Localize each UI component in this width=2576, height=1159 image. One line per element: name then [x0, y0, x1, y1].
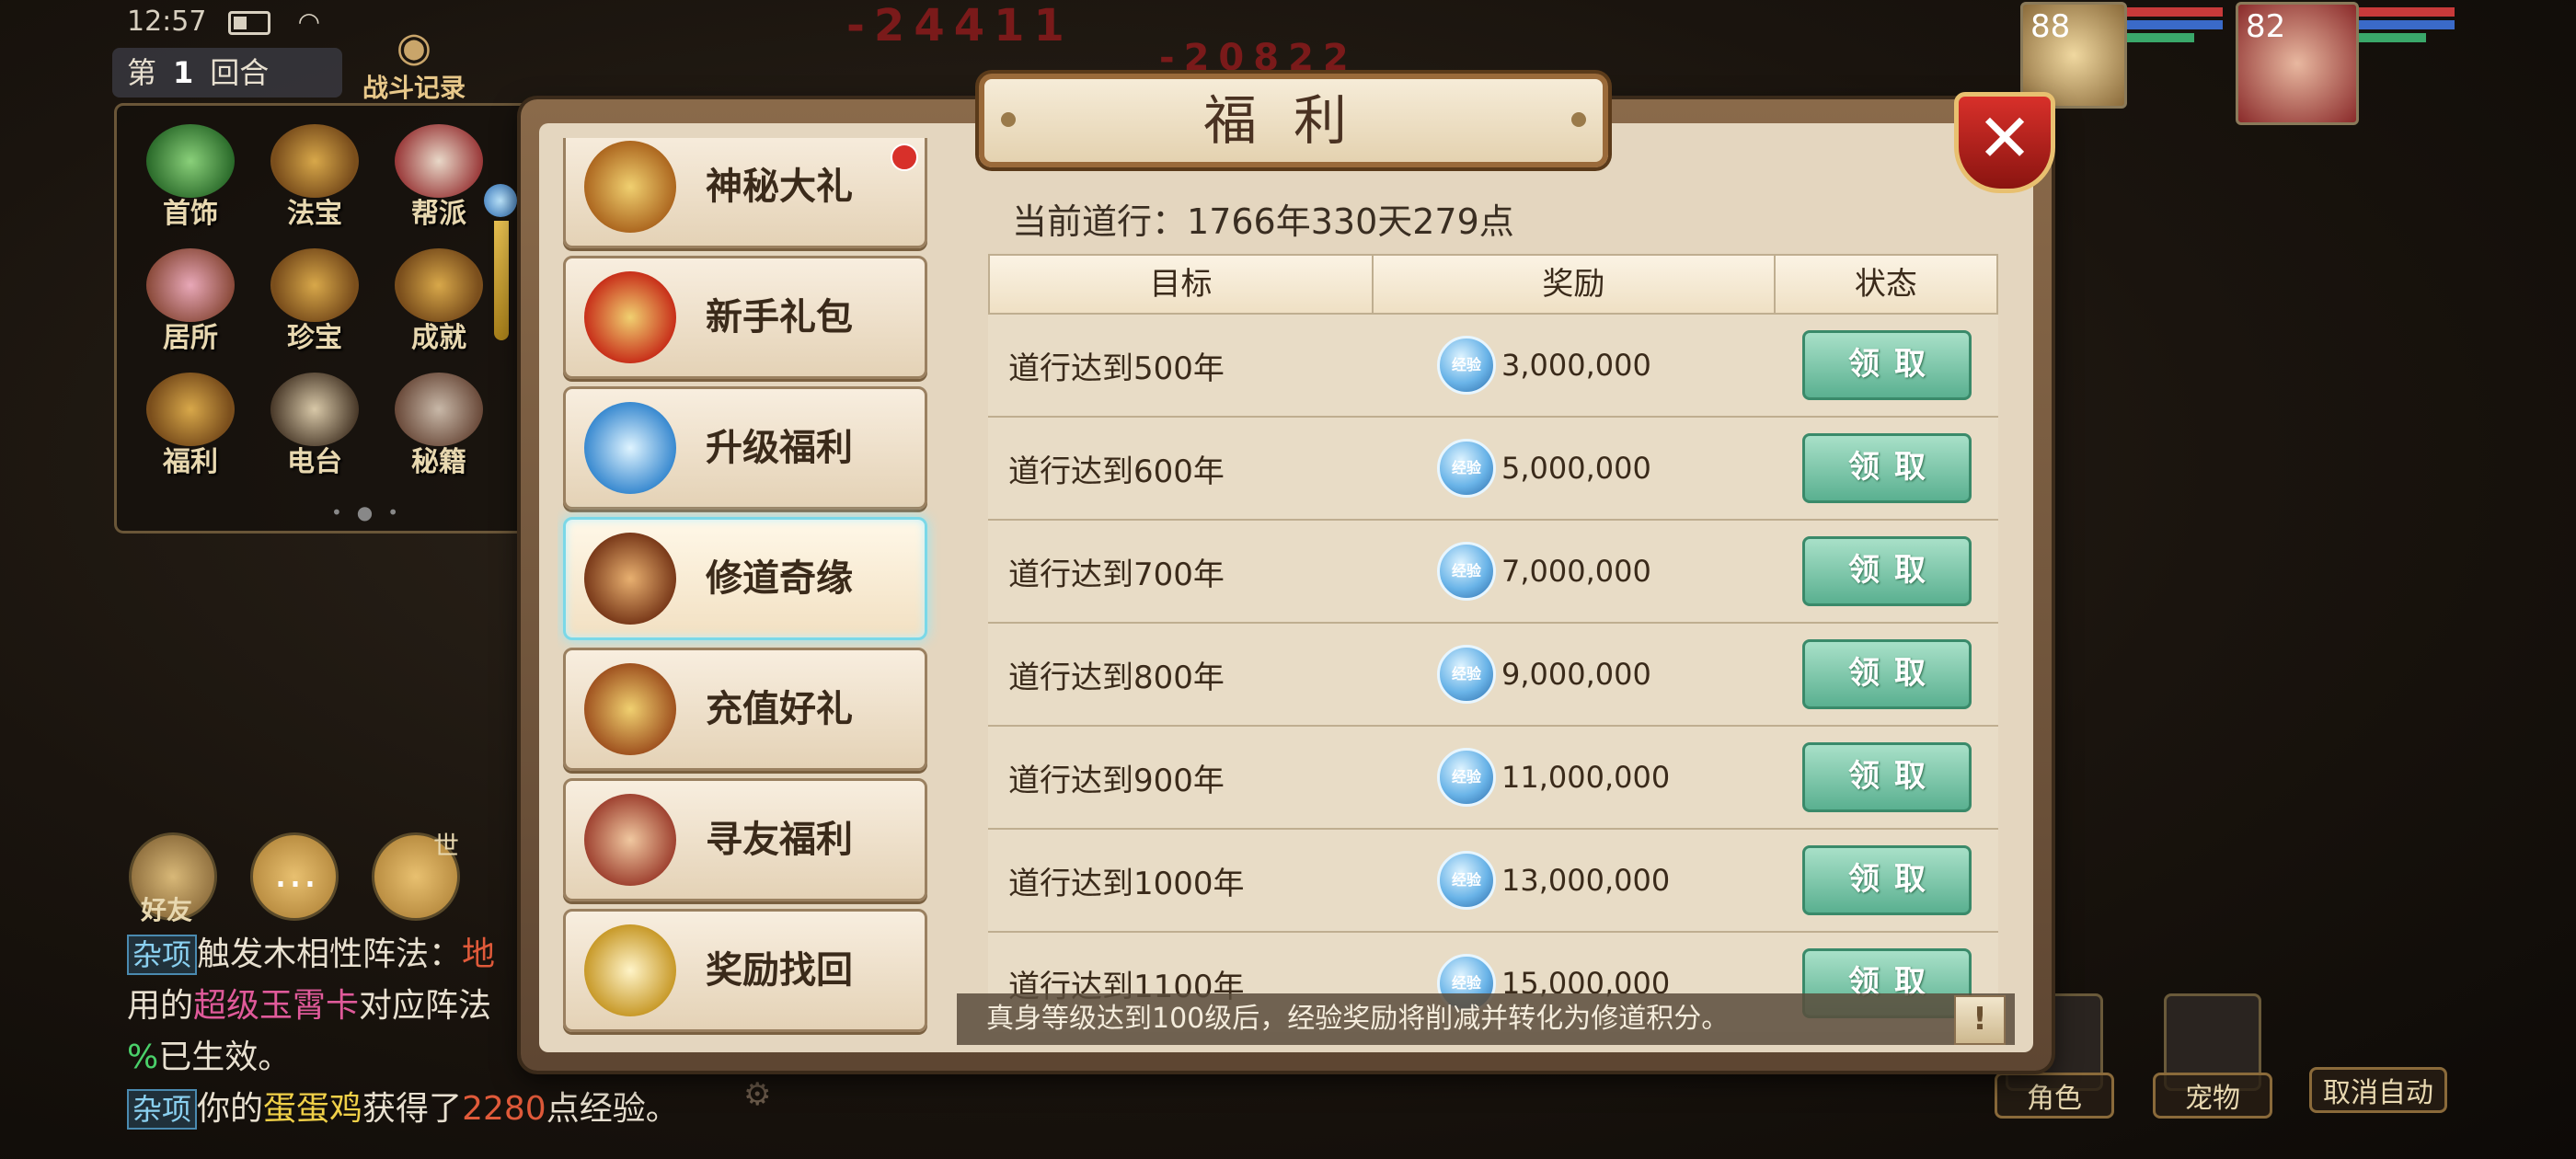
clan-icon[interactable]: 帮派	[384, 124, 494, 235]
menu-item-find-friends[interactable]: 寻友福利	[563, 778, 927, 901]
treasure-chest-icon	[584, 141, 676, 233]
claim-button[interactable]: 领取	[1802, 742, 1972, 812]
table-row: 道行达到900年 经验 11,000,000 领取	[988, 727, 1998, 830]
gift-box-icon	[584, 271, 676, 363]
menu-item-reward-recovery[interactable]: 奖励找回	[563, 909, 927, 1032]
status-cell: 领取	[1776, 330, 1998, 400]
treasure-bag-icon[interactable]: 珍宝	[259, 248, 370, 359]
table-row: 道行达到500年 经验 3,000,000 领取	[988, 315, 1998, 418]
chat-bubble-icon[interactable]: …	[250, 832, 339, 921]
reward-cell: 经验 3,000,000	[1373, 336, 1776, 395]
table-row: 道行达到800年 经验 9,000,000 领取	[988, 624, 1998, 727]
table-row: 道行达到600年 经验 5,000,000 领取	[988, 418, 1998, 521]
cultivation-icon	[584, 533, 676, 625]
column-header: 目标	[990, 256, 1374, 313]
status-cell: 领取	[1776, 536, 1998, 606]
status-bar: 12:57 ◠	[127, 6, 320, 38]
goal-text: 道行达到800年	[1008, 659, 1225, 696]
round-counter: 第 1 回合	[112, 48, 342, 98]
battery-icon	[228, 10, 271, 35]
claim-button[interactable]: 领取	[1802, 536, 1972, 606]
welfare-side-menu: 神秘大礼 新手礼包 升级福利 修道奇缘 充值好礼 寻友福利 奖励找回	[558, 138, 944, 1043]
gift-chest-icon[interactable]: 福利	[135, 373, 246, 483]
clock: 12:57	[127, 6, 207, 38]
reward-cell: 经验 13,000,000	[1373, 851, 1776, 910]
chat-line: 杂项 触发木相性阵法：地	[127, 929, 532, 981]
column-header: 状态	[1854, 266, 1917, 303]
reward-cell: 经验 7,000,000	[1373, 542, 1776, 601]
claim-button[interactable]: 领取	[1802, 433, 1972, 503]
wifi-icon: ◠	[297, 6, 320, 37]
info-button[interactable]: !	[1954, 995, 2006, 1045]
damage-number: -24411	[846, 0, 1074, 52]
eye-icon: ◉	[396, 24, 432, 71]
microphone-icon[interactable]: 世	[372, 831, 460, 921]
page-indicator: •●•	[331, 501, 414, 523]
status-cell: 领取	[1776, 845, 1998, 915]
recharge-chest-icon	[584, 663, 676, 755]
gourd-icon[interactable]: 法宝	[259, 124, 370, 235]
handshake-icon	[584, 794, 676, 886]
reward-cell: 经验 5,000,000	[1373, 439, 1776, 498]
exp-badge-icon: 经验	[1437, 748, 1496, 807]
chat-line: 用的超级玉霄卡对应阵法	[127, 987, 492, 1025]
goal-text: 道行达到600年	[1008, 453, 1225, 490]
reward-table: 目标 奖励 状态 道行达到500年 经验 3,000,000 领取 道行达到600…	[988, 254, 1998, 1032]
status-cell: 领取	[1776, 742, 1998, 812]
current-dao-display: 当前道行：1766年330天279点	[1012, 201, 1514, 242]
menu-item-newbie-pack[interactable]: 新手礼包	[563, 256, 927, 379]
exp-badge-icon: 经验	[1437, 439, 1496, 498]
notice-bar: 真身等级达到100级后，经验奖励将削减并转化为修道积分。	[957, 993, 2015, 1045]
close-icon: ✕	[1976, 99, 2033, 177]
settings-gear-icon[interactable]: ⚙	[743, 1076, 771, 1113]
column-header: 奖励	[1374, 256, 1776, 313]
menu-item-levelup-welfare[interactable]: 升级福利	[563, 386, 927, 510]
exp-up-icon	[584, 402, 676, 494]
status-cell: 领取	[1776, 433, 1998, 503]
cancel-auto-button[interactable]: 取消自动	[2309, 993, 2447, 1131]
party-avatar[interactable]: 82	[2236, 2, 2359, 125]
exp-badge-icon: 经验	[1437, 336, 1496, 395]
table-row: 道行达到700年 经验 7,000,000 领取	[988, 521, 1998, 624]
notification-badge	[891, 143, 918, 171]
goal-text: 道行达到500年	[1008, 350, 1225, 387]
exp-badge-icon: 经验	[1437, 645, 1496, 704]
exp-badge-icon: 经验	[1437, 542, 1496, 601]
menu-item-cultivation[interactable]: 修道奇缘	[563, 517, 927, 640]
house-icon[interactable]: 居所	[135, 248, 246, 359]
battle-log-button[interactable]: ◉ 战斗记录	[350, 28, 478, 105]
party-hp-bars	[2359, 7, 2455, 53]
pendant-decoration	[484, 129, 519, 359]
pet-button[interactable]: 宠物	[2153, 993, 2272, 1131]
yin-yang-icon	[584, 924, 676, 1016]
necklace-icon[interactable]: 首饰	[135, 124, 246, 235]
chat-line: %已生效。	[127, 1039, 292, 1076]
goal-text: 道行达到1000年	[1008, 865, 1245, 902]
party-hp-bars	[2127, 7, 2223, 53]
chat-line: 杂项 你的蛋蛋鸡获得了2280点经验。	[127, 1084, 679, 1135]
book-icon[interactable]: 秘籍	[384, 373, 494, 483]
reward-cell: 经验 9,000,000	[1373, 645, 1776, 704]
exp-badge-icon: 经验	[1437, 851, 1496, 910]
achievement-icon[interactable]: 成就	[384, 248, 494, 359]
goal-text: 道行达到900年	[1008, 762, 1225, 799]
reward-cell: 经验 11,000,000	[1373, 748, 1776, 807]
claim-button[interactable]: 领取	[1802, 845, 1972, 915]
dialog-title: 福利	[979, 74, 1608, 167]
chat-log: 杂项 触发木相性阵法：地 用的超级玉霄卡对应阵法 %已生效。 杂项 你的蛋蛋鸡获得了…	[127, 929, 679, 1135]
goal-text: 道行达到700年	[1008, 556, 1225, 593]
close-button[interactable]: ✕	[1954, 92, 2055, 193]
menu-item-recharge-gift[interactable]: 充值好礼	[563, 648, 927, 771]
status-cell: 领取	[1776, 639, 1998, 709]
table-header: 目标 奖励 状态	[988, 254, 1998, 315]
gramophone-icon[interactable]: 电台	[259, 373, 370, 483]
table-body[interactable]: 道行达到500年 经验 3,000,000 领取 道行达到600年 经验 5,000…	[988, 315, 1998, 1032]
friends-button[interactable]: 好友	[129, 832, 217, 925]
claim-button[interactable]: 领取	[1802, 639, 1972, 709]
menu-item-mystery-gift[interactable]: 神秘大礼	[563, 138, 927, 248]
table-row: 道行达到1000年 经验 13,000,000 领取	[988, 830, 1998, 933]
claim-button[interactable]: 领取	[1802, 330, 1972, 400]
